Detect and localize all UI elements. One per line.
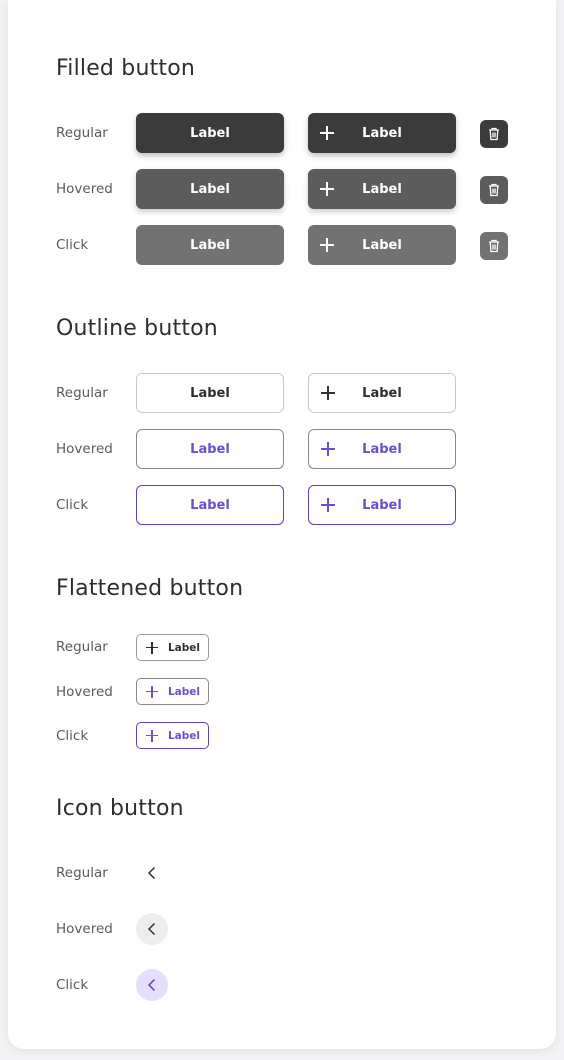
- outline-button-click[interactable]: Label: [136, 485, 284, 525]
- state-label-regular: Regular: [56, 125, 108, 141]
- state-label-click: Click: [56, 237, 89, 253]
- filled-button-click[interactable]: Label: [136, 225, 284, 265]
- button-label: Label: [190, 125, 230, 141]
- chevron-left-icon: [147, 866, 156, 880]
- plus-icon: [321, 386, 335, 400]
- button-label: Label: [362, 237, 402, 253]
- plus-icon: [320, 238, 334, 252]
- state-label-hovered: Hovered: [56, 441, 113, 457]
- button-label: Label: [190, 385, 230, 401]
- chevron-left-icon: [147, 922, 156, 936]
- section-title-filled: Filled button: [56, 56, 196, 81]
- state-label-hovered: Hovered: [56, 684, 113, 700]
- filled-add-button-regular[interactable]: Label: [308, 113, 456, 153]
- button-label: Label: [167, 685, 200, 698]
- state-label-regular: Regular: [56, 639, 108, 655]
- state-label-regular: Regular: [56, 865, 108, 881]
- button-label: Label: [190, 237, 230, 253]
- plus-icon: [146, 641, 158, 654]
- flattened-button-hovered[interactable]: Label: [136, 678, 209, 705]
- filled-button-hovered[interactable]: Label: [136, 169, 284, 209]
- icon-button-hovered[interactable]: [136, 913, 168, 945]
- button-label: Label: [190, 181, 230, 197]
- flattened-button-click[interactable]: Label: [136, 722, 209, 749]
- state-label-click: Click: [56, 728, 89, 744]
- outline-button-hovered[interactable]: Label: [136, 429, 284, 469]
- button-label: Label: [362, 385, 402, 401]
- section-title-flattened: Flattened button: [56, 576, 244, 601]
- trash-button-hovered[interactable]: [480, 176, 508, 204]
- button-label: Label: [167, 729, 200, 742]
- button-label: Label: [362, 125, 402, 141]
- button-label: Label: [362, 497, 402, 513]
- outline-add-button-click[interactable]: Label: [308, 485, 456, 525]
- state-label-regular: Regular: [56, 385, 108, 401]
- filled-add-button-hovered[interactable]: Label: [308, 169, 456, 209]
- state-label-hovered: Hovered: [56, 181, 113, 197]
- filled-add-button-click[interactable]: Label: [308, 225, 456, 265]
- outline-add-button-hovered[interactable]: Label: [308, 429, 456, 469]
- filled-button-regular[interactable]: Label: [136, 113, 284, 153]
- trash-icon: [489, 239, 499, 253]
- plus-icon: [321, 442, 335, 456]
- button-label: Label: [167, 641, 200, 654]
- button-label: Label: [190, 497, 230, 513]
- plus-icon: [146, 685, 158, 698]
- plus-icon: [321, 498, 335, 512]
- button-showcase-card: Filled button Regular Label Label Hovere…: [8, 0, 556, 1049]
- button-label: Label: [362, 441, 402, 457]
- section-title-icon: Icon button: [56, 796, 184, 821]
- trash-button-click[interactable]: [480, 232, 508, 260]
- plus-icon: [320, 182, 334, 196]
- flattened-button-regular[interactable]: Label: [136, 634, 209, 661]
- outline-add-button-regular[interactable]: Label: [308, 373, 456, 413]
- icon-button-click[interactable]: [136, 969, 168, 1001]
- plus-icon: [320, 126, 334, 140]
- trash-button-regular[interactable]: [480, 120, 508, 148]
- chevron-left-icon: [147, 978, 156, 992]
- icon-button-regular[interactable]: [136, 857, 168, 889]
- state-label-hovered: Hovered: [56, 921, 113, 937]
- state-label-click: Click: [56, 497, 89, 513]
- trash-icon: [489, 127, 499, 141]
- state-label-click: Click: [56, 977, 89, 993]
- plus-icon: [146, 729, 158, 742]
- button-label: Label: [190, 441, 230, 457]
- outline-button-regular[interactable]: Label: [136, 373, 284, 413]
- trash-icon: [489, 183, 499, 197]
- section-title-outline: Outline button: [56, 316, 218, 341]
- button-label: Label: [362, 181, 402, 197]
